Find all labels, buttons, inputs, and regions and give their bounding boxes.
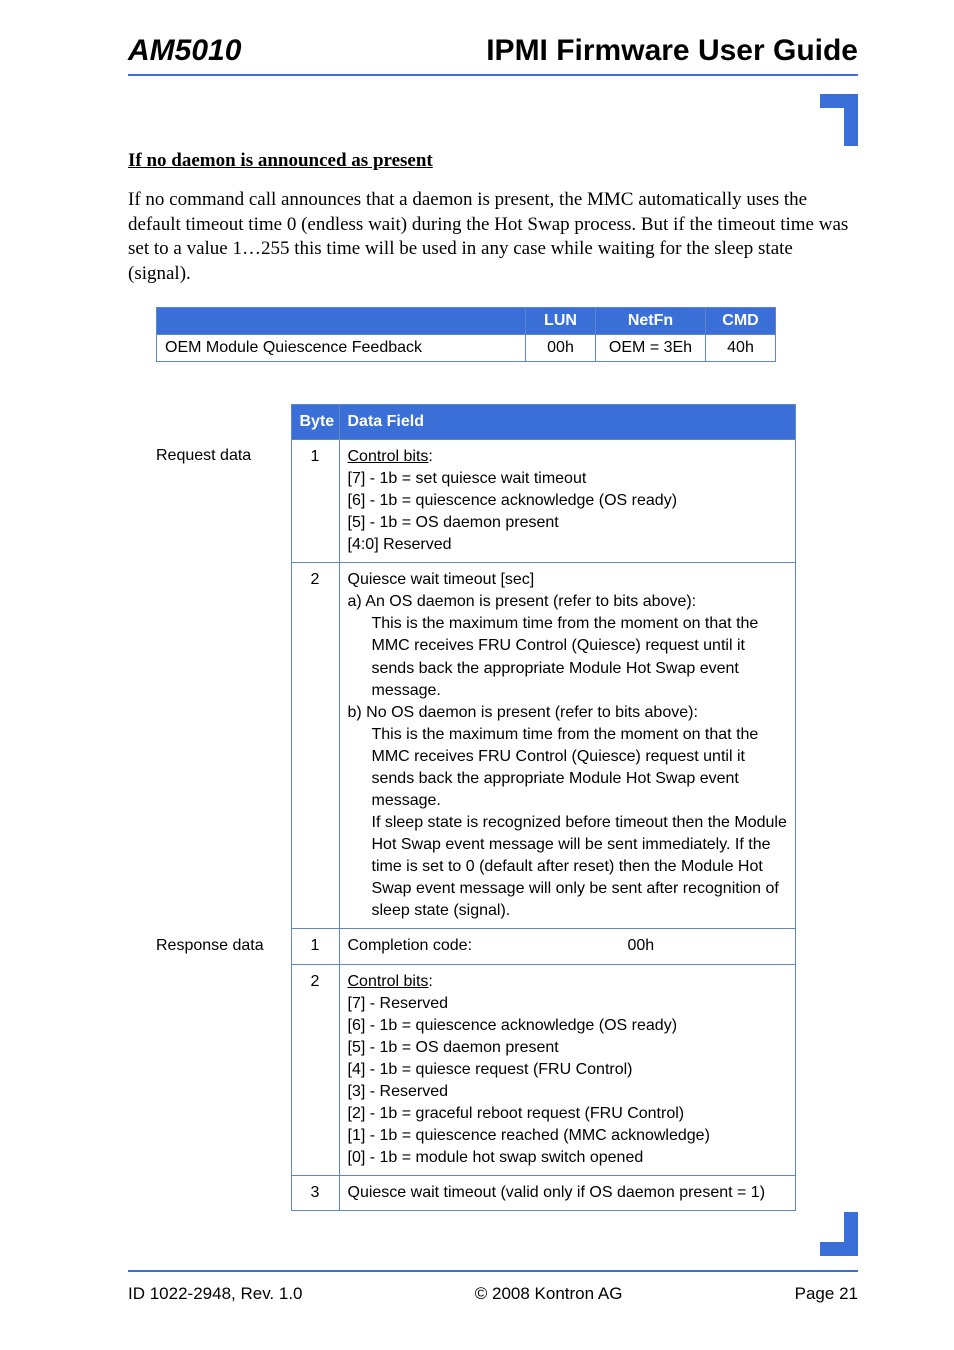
byte-cell: 2: [291, 964, 339, 1176]
page-footer: ID 1022-2948, Rev. 1.0 © 2008 Kontron AG…: [128, 1284, 858, 1304]
footer-page: Page 21: [795, 1284, 858, 1304]
header-model: AM5010: [128, 34, 241, 68]
footer-copyright: © 2008 Kontron AG: [475, 1284, 623, 1304]
data-line: [4:0] Reserved: [348, 534, 788, 556]
page-header: AM5010 IPMI Firmware User Guide: [128, 34, 858, 76]
table-row: 2Control bits:[7] - Reserved[6] - 1b = q…: [156, 964, 796, 1176]
table-row: LUN NetFn CMD: [157, 307, 776, 334]
byte-cell: 1: [291, 929, 339, 964]
data-line: [6] - 1b = quiescence acknowledge (OS re…: [348, 490, 788, 512]
table-row: Response data1Completion code:00h: [156, 929, 796, 964]
data-line: [4] - 1b = quiesce request (FRU Control): [348, 1059, 788, 1081]
data-field-cell: Quiesce wait timeout [sec]a) An OS daemo…: [339, 563, 796, 929]
row-label-cell: [156, 563, 291, 929]
table-header-cmd: CMD: [706, 307, 776, 334]
data-line: [1] - 1b = quiescence reached (MMC ackno…: [348, 1125, 788, 1147]
table-row: 3 Quiesce wait timeout (valid only if OS …: [156, 1176, 796, 1211]
data-line: b) No OS daemon is present (refer to bit…: [348, 702, 788, 724]
cmd-cell: 40h: [706, 334, 776, 361]
data-line: This is the maximum time from the moment…: [348, 613, 788, 701]
data-field-table: Byte Data Field Request data1Control bit…: [156, 404, 796, 1212]
data-line: [7] - Reserved: [348, 993, 788, 1015]
table-row: Request data1Control bits:[7] - 1b = set…: [156, 439, 796, 562]
data-line: [6] - 1b = quiescence acknowledge (OS re…: [348, 1015, 788, 1037]
data-line: [3] - Reserved: [348, 1081, 788, 1103]
section-paragraph: If no command call announces that a daem…: [128, 188, 858, 287]
table-header-byte: Byte: [291, 404, 339, 439]
footer-rule: [128, 1270, 858, 1272]
data-line: [7] - 1b = set quiesce wait timeout: [348, 468, 788, 490]
command-summary-table: LUN NetFn CMD OEM Module Quiescence Feed…: [156, 307, 776, 362]
row-label-cell: [156, 1176, 291, 1211]
byte-cell: 2: [291, 563, 339, 929]
data-line: This is the maximum time from the moment…: [348, 724, 788, 812]
byte-cell: 3: [291, 1176, 339, 1211]
table-header-blank: [156, 404, 291, 439]
row-label-cell: Request data: [156, 439, 291, 562]
data-line: a) An OS daemon is present (refer to bit…: [348, 591, 788, 613]
lun-cell: 00h: [526, 334, 596, 361]
data-line: If sleep state is recognized before time…: [348, 812, 788, 922]
data-field-cell: Quiesce wait timeout (valid only if OS d…: [339, 1176, 796, 1211]
completion-code-label: Completion code:: [348, 935, 628, 957]
row-label-cell: Response data: [156, 929, 291, 964]
table-row: OEM Module Quiescence Feedback 00h OEM =…: [157, 334, 776, 361]
data-line: [5] - 1b = OS daemon present: [348, 512, 788, 534]
data-line: [5] - 1b = OS daemon present: [348, 1037, 788, 1059]
data-line: Control bits:: [348, 446, 788, 468]
footer-id: ID 1022-2948, Rev. 1.0: [128, 1284, 303, 1304]
data-line: Quiesce wait timeout (valid only if OS d…: [348, 1182, 788, 1204]
data-line: [0] - 1b = module hot swap switch opened: [348, 1147, 788, 1169]
table-row: 2Quiesce wait timeout [sec]a) An OS daem…: [156, 563, 796, 929]
byte-cell: 1: [291, 439, 339, 562]
data-line: [2] - 1b = graceful reboot request (FRU …: [348, 1103, 788, 1125]
table-header-lun: LUN: [526, 307, 596, 334]
corner-ornament-top: [820, 94, 858, 146]
data-field-cell: Completion code:00h: [339, 929, 796, 964]
cmd-name-cell: OEM Module Quiescence Feedback: [157, 334, 526, 361]
table-header-data: Data Field: [339, 404, 796, 439]
header-title: IPMI Firmware User Guide: [486, 34, 858, 68]
corner-ornament-bottom: [820, 1212, 858, 1256]
data-field-cell: Control bits:[7] - Reserved[6] - 1b = qu…: [339, 964, 796, 1176]
netfn-cell: OEM = 3Eh: [596, 334, 706, 361]
data-line: Quiesce wait timeout [sec]: [348, 569, 788, 591]
data-line: Control bits:: [348, 971, 788, 993]
data-field-cell: Control bits:[7] - 1b = set quiesce wait…: [339, 439, 796, 562]
table-row: Byte Data Field: [156, 404, 796, 439]
table-header-netfn: NetFn: [596, 307, 706, 334]
section-title: If no daemon is announced as present: [128, 150, 858, 172]
row-label-cell: [156, 964, 291, 1176]
table-header-blank: [157, 307, 526, 334]
completion-code-value: 00h: [628, 935, 655, 957]
